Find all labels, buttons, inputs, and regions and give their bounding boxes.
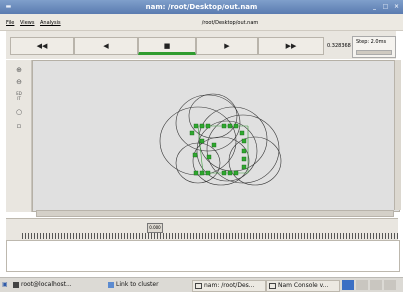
task-terminal[interactable]: root@localhost...	[13, 280, 103, 290]
play-button[interactable]: ▶	[196, 37, 258, 55]
close-icon[interactable]: ×	[392, 3, 401, 11]
title-bar: ▬ nam: /root/Desktop/out.nam _ □ ×	[0, 0, 403, 14]
task-link-label: Link to cluster	[116, 281, 159, 288]
stop-button[interactable]: ■	[138, 37, 196, 55]
menu-file[interactable]: File	[6, 20, 14, 26]
menu-analysis[interactable]: Analysis	[40, 20, 61, 26]
time-slider[interactable]: 0.000	[147, 223, 163, 233]
task-link[interactable]: Link to cluster	[108, 280, 188, 290]
menu-views[interactable]: Views	[20, 20, 34, 26]
window-icon	[195, 282, 202, 289]
task-nam-label: nam: /root/Des...	[204, 282, 255, 289]
workspace-2-icon[interactable]	[356, 280, 368, 290]
window-icon	[269, 282, 276, 289]
time-readout: 0.328368	[327, 43, 351, 49]
step-control[interactable]: Step: 2.0ms	[352, 36, 396, 58]
task-nam-window[interactable]: nam: /root/Des...	[192, 280, 266, 292]
step-back-button[interactable]: ◀	[74, 37, 138, 55]
workspace-1-icon[interactable]	[342, 280, 354, 290]
rewind-button[interactable]: ◀◀	[10, 37, 74, 55]
edit-icon[interactable]: ED IT	[13, 91, 25, 101]
taskbar: ▣ root@localhost... Link to cluster nam:…	[0, 277, 403, 292]
step-label: Step: 2.0ms	[356, 39, 387, 45]
file-path-label: /root/Desktop/out.nam	[201, 20, 259, 26]
horizontal-scrollbar[interactable]	[36, 210, 394, 217]
task-nam-console[interactable]: Nam Console v...	[266, 280, 340, 292]
minimize-icon[interactable]: _	[370, 3, 379, 11]
zoom-out-icon[interactable]: ⊖	[13, 78, 25, 86]
pointer-icon[interactable]: ▫	[13, 122, 25, 130]
task-terminal-label: root@localhost...	[21, 281, 72, 288]
vertical-scrollbar[interactable]	[394, 60, 401, 210]
step-slider[interactable]	[356, 50, 392, 55]
node-icon[interactable]: ○	[13, 108, 25, 116]
timeline-panel: 0.000	[6, 218, 398, 241]
task-console-label: Nam Console v...	[278, 282, 329, 289]
app-menu-icon[interactable]: ▣	[2, 280, 10, 290]
workspace-3-icon[interactable]	[370, 280, 382, 290]
fast-forward-button[interactable]: ▶▶	[258, 37, 324, 55]
menu-bar: File Views Analysis /root/Desktop/out.na…	[0, 14, 403, 31]
workspace-4-icon[interactable]	[384, 280, 396, 290]
terminal-icon	[13, 281, 19, 288]
annotation-panel[interactable]	[6, 240, 400, 272]
folder-icon	[108, 281, 114, 288]
maximize-icon[interactable]: □	[381, 3, 390, 11]
side-toolbar: ⊕ ⊖ ED IT ○ ▫	[6, 60, 32, 212]
window-title: nam: /root/Desktop/out.nam	[145, 3, 258, 11]
network-canvas[interactable]	[32, 60, 400, 212]
playback-controls: ◀◀ ◀ ■ ▶ ▶▶ 0.328368 Step: 2.0ms	[6, 31, 396, 59]
zoom-in-icon[interactable]: ⊕	[13, 66, 25, 74]
time-ruler[interactable]	[22, 233, 398, 239]
network-graph	[159, 93, 282, 186]
